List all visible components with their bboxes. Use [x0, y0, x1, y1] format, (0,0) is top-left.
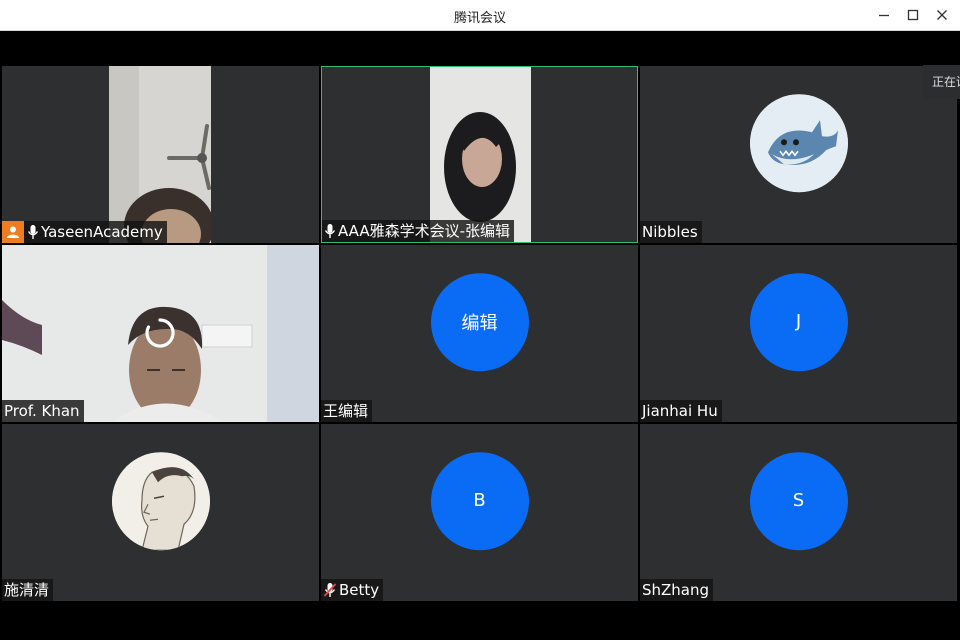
participant-name: YaseenAcademy	[41, 223, 163, 241]
participant-namebar: YaseenAcademy	[2, 221, 167, 243]
participant-name: Jianhai Hu	[642, 402, 718, 420]
participant-namebar: Nibbles	[640, 221, 702, 243]
microphone-muted-icon	[323, 582, 337, 598]
close-button[interactable]	[931, 5, 953, 25]
avatar-initials: B	[473, 490, 486, 512]
avatar-initials: 编辑	[461, 312, 498, 334]
participant-avatar: S	[749, 451, 848, 550]
participant-avatar	[749, 93, 848, 192]
participant-name: 施清清	[4, 581, 50, 599]
window-title: 腾讯会议	[453, 11, 506, 26]
participant-name: Nibbles	[642, 223, 698, 241]
video-grid: YaseenAcademy AAA雅森学术会议-张编辑 Nibbles Prof…	[2, 31, 958, 638]
participant-namebar: 施清清	[2, 579, 54, 601]
shark-icon	[749, 93, 848, 192]
participant-avatar: B	[430, 451, 529, 550]
maximize-icon	[907, 9, 919, 21]
microphone-icon	[27, 224, 39, 240]
camera-frame-image	[430, 67, 531, 242]
participant-tile-wang[interactable]: 编辑 王编辑	[321, 245, 638, 422]
participant-name: 王编辑	[323, 402, 369, 420]
avatar-initials: J	[795, 311, 802, 333]
loading-spinner-icon	[145, 318, 175, 348]
participant-namebar: Betty	[321, 579, 384, 601]
microphone-icon	[324, 223, 336, 239]
speaking-indicator-text: 正在讲	[932, 75, 960, 89]
minimize-button[interactable]	[873, 5, 895, 25]
participant-namebar: AAA雅森学术会议-张编辑	[322, 220, 515, 242]
camera-feed	[109, 66, 211, 243]
speaking-indicator-tab[interactable]: 正在讲	[923, 65, 960, 99]
host-badge	[2, 221, 24, 243]
participant-name: AAA雅森学术会议-张编辑	[338, 222, 511, 240]
participant-tile-betty[interactable]: B Betty	[321, 424, 638, 601]
minimize-icon	[879, 14, 889, 17]
participant-tile-shi[interactable]: 施清清	[2, 424, 319, 601]
participant-avatar	[111, 451, 210, 550]
window-titlebar: 腾讯会议	[0, 0, 960, 31]
participant-tile-yaseenacademy[interactable]: YaseenAcademy	[2, 66, 319, 243]
host-icon	[7, 226, 19, 238]
participant-name: Prof. Khan	[4, 402, 80, 420]
participant-tile-jianhai-hu[interactable]: J Jianhai Hu	[640, 245, 957, 422]
participant-tile-nibbles[interactable]: Nibbles	[640, 66, 957, 243]
participant-name: Betty	[339, 581, 380, 599]
camera-frame-image	[109, 66, 211, 243]
participant-tile-shzhang[interactable]: S ShZhang	[640, 424, 957, 601]
maximize-button[interactable]	[902, 5, 924, 25]
participant-namebar: Prof. Khan	[2, 400, 84, 422]
participant-name: ShZhang	[642, 581, 710, 599]
close-icon	[937, 10, 947, 20]
avatar-initials: S	[792, 490, 805, 512]
participant-avatar: J	[749, 272, 848, 371]
participant-tile-prof-khan[interactable]: Prof. Khan	[2, 245, 319, 422]
sketch-portrait-icon	[111, 451, 210, 550]
participant-namebar: ShZhang	[640, 579, 714, 601]
participant-avatar: 编辑	[430, 272, 529, 371]
participant-namebar: Jianhai Hu	[640, 400, 722, 422]
participant-namebar: 王编辑	[321, 400, 373, 422]
camera-feed	[430, 67, 531, 242]
participant-tile-active-speaker[interactable]: AAA雅森学术会议-张编辑	[321, 66, 638, 243]
